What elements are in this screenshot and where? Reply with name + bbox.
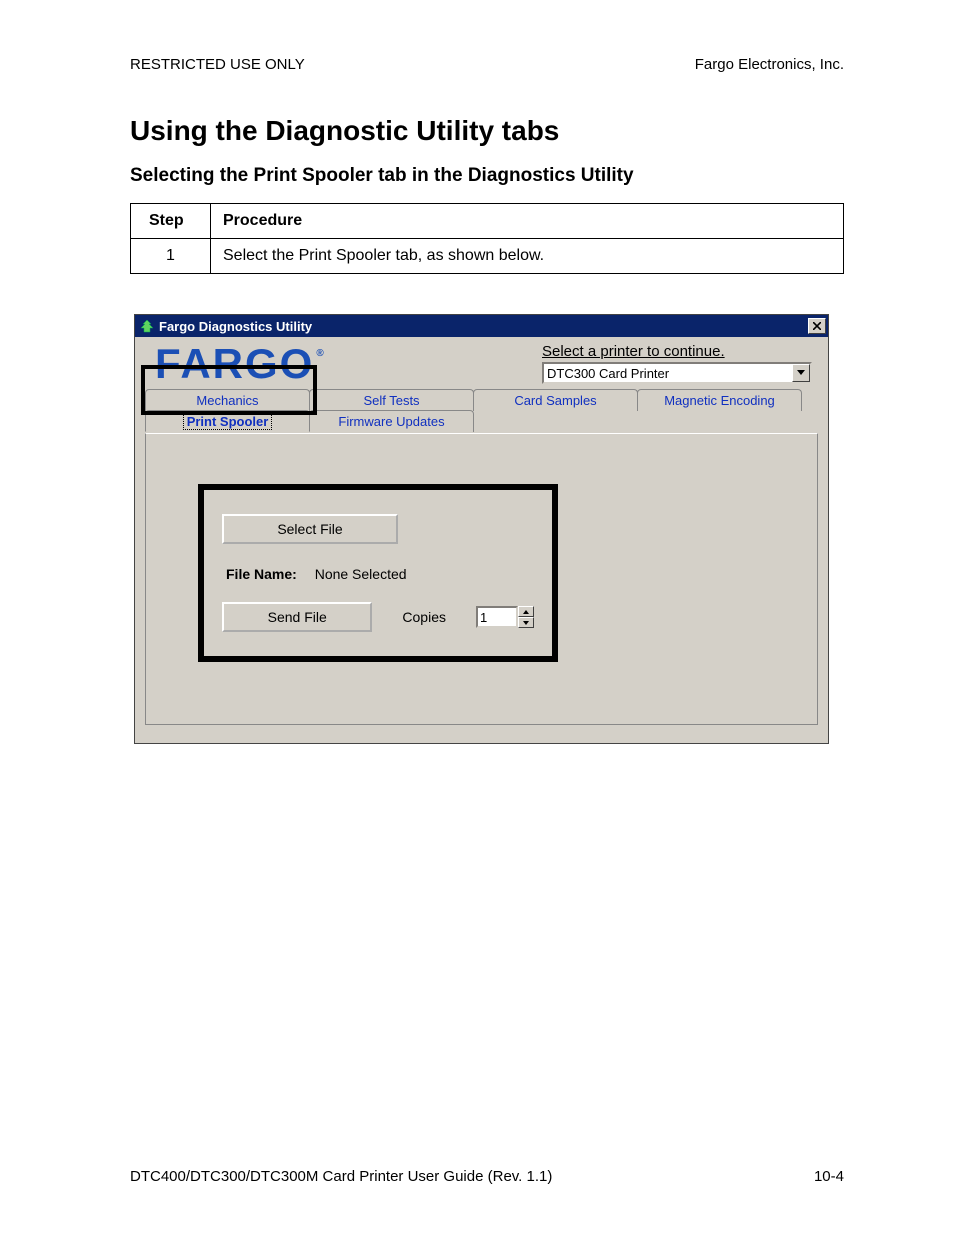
fargo-logo: FARGO® <box>155 343 324 385</box>
procedure-table: Step Procedure 1 Select the Print Spoole… <box>130 203 844 274</box>
tab-panel: Select File File Name: None Selected Sen… <box>145 433 818 725</box>
diagnostics-window: Fargo Diagnostics Utility FARGO® Select … <box>134 314 829 744</box>
tab-card-samples[interactable]: Card Samples <box>473 389 638 411</box>
tab-mechanics[interactable]: Mechanics <box>145 389 310 411</box>
header-left: RESTRICTED USE ONLY <box>130 56 305 73</box>
titlebar: Fargo Diagnostics Utility <box>135 315 828 337</box>
copies-input[interactable] <box>476 606 518 628</box>
printer-value: DTC300 Card Printer <box>547 366 669 381</box>
select-file-button[interactable]: Select File <box>222 514 398 544</box>
window-title: Fargo Diagnostics Utility <box>159 319 312 334</box>
tab-self-tests[interactable]: Self Tests <box>309 389 474 411</box>
spinner-down-icon[interactable] <box>518 617 534 628</box>
spinner-up-icon[interactable] <box>518 606 534 617</box>
close-button[interactable] <box>808 318 826 334</box>
inner-highlight-frame: Select File File Name: None Selected Sen… <box>198 484 558 662</box>
col-step: Step <box>131 204 211 239</box>
dropdown-arrow-icon[interactable] <box>792 364 810 382</box>
copies-spinner[interactable] <box>476 606 534 628</box>
col-procedure: Procedure <box>211 204 844 239</box>
page-title: Using the Diagnostic Utility tabs <box>130 115 844 147</box>
file-name-label: File Name: <box>226 566 297 582</box>
file-name-value: None Selected <box>315 566 407 582</box>
app-icon <box>139 318 155 334</box>
footer-left: DTC400/DTC300/DTC300M Card Printer User … <box>130 1168 552 1185</box>
table-row: 1 Select the Print Spooler tab, as shown… <box>131 239 844 274</box>
printer-prompt: Select a printer to continue. <box>542 343 812 360</box>
footer-right: 10-4 <box>814 1168 844 1185</box>
step-text: Select the Print Spooler tab, as shown b… <box>211 239 844 274</box>
page-subtitle: Selecting the Print Spooler tab in the D… <box>130 165 844 187</box>
header-right: Fargo Electronics, Inc. <box>695 56 844 73</box>
send-file-button[interactable]: Send File <box>222 602 372 632</box>
tab-firmware-updates[interactable]: Firmware Updates <box>309 410 474 432</box>
printer-select[interactable]: DTC300 Card Printer <box>542 362 812 384</box>
copies-label: Copies <box>402 609 446 625</box>
step-number: 1 <box>131 239 211 274</box>
tab-print-spooler[interactable]: Print Spooler <box>145 410 310 432</box>
tab-magnetic-encoding[interactable]: Magnetic Encoding <box>637 389 802 411</box>
